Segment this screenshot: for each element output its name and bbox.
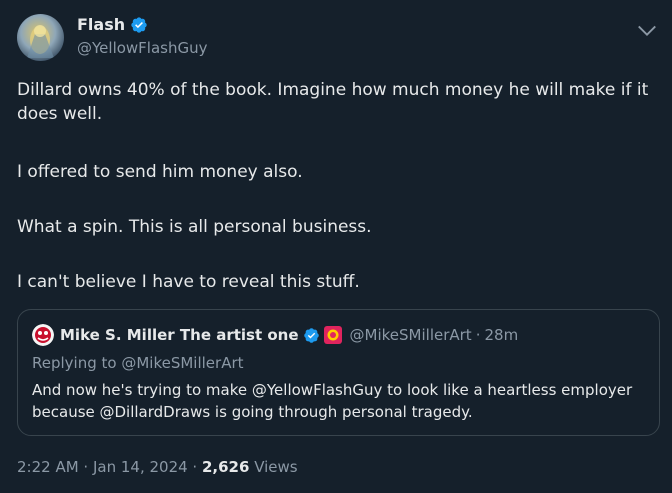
tweet-paragraph: I offered to send him money also. xyxy=(17,162,303,182)
dot-separator: · xyxy=(78,458,93,476)
replying-to-handle: @MikeSMillerArt xyxy=(121,354,244,372)
dot-separator: · xyxy=(475,326,481,344)
replying-to-prefix: Replying to xyxy=(32,354,122,372)
tweet-paragraph: What a spin. This is all personal busine… xyxy=(17,217,372,237)
quoted-tweet-time: 28m xyxy=(484,326,519,344)
tweet-time[interactable]: 2:22 AM xyxy=(17,458,79,476)
quoted-tweet-text: And now he's trying to make @YellowFlash… xyxy=(32,381,633,421)
author-avatar[interactable] xyxy=(17,14,64,61)
tweet-text: Dillard owns 40% of the book. Imagine ho… xyxy=(17,78,662,292)
quoted-tweet-header: Mike S. Miller The artist one @MikeSMill… xyxy=(32,324,518,346)
quoted-author-name: Mike S. Miller The artist one xyxy=(60,326,299,344)
affiliate-badge-icon xyxy=(323,326,342,344)
tweet-date[interactable]: Jan 14, 2024 xyxy=(93,458,188,476)
tweet-meta: 2:22 AM · Jan 14, 2024 · 2,626 Views xyxy=(17,458,298,476)
dot-separator: · xyxy=(187,458,202,476)
tweet-paragraph: I can't believe I have to reveal this st… xyxy=(17,272,360,292)
views-label: Views xyxy=(249,458,298,476)
verified-badge-icon xyxy=(303,327,319,343)
verified-badge-icon xyxy=(131,16,147,33)
author-name-row[interactable]: Flash xyxy=(77,15,148,34)
quoted-author-handle: @MikeSMillerArt xyxy=(349,326,472,344)
author-handle[interactable]: @YellowFlashGuy xyxy=(77,39,208,57)
quoted-tweet[interactable]: Mike S. Miller The artist one @MikeSMill… xyxy=(17,309,660,436)
replying-to-line: Replying to @MikeSMillerArt xyxy=(32,354,244,372)
quoted-author-avatar xyxy=(32,324,54,346)
tweet-paragraph: Dillard owns 40% of the book. Imagine ho… xyxy=(17,80,649,124)
author-name[interactable]: Flash xyxy=(77,15,125,34)
views-count: 2,626 xyxy=(201,458,250,476)
chevron-down-icon[interactable] xyxy=(636,20,658,42)
